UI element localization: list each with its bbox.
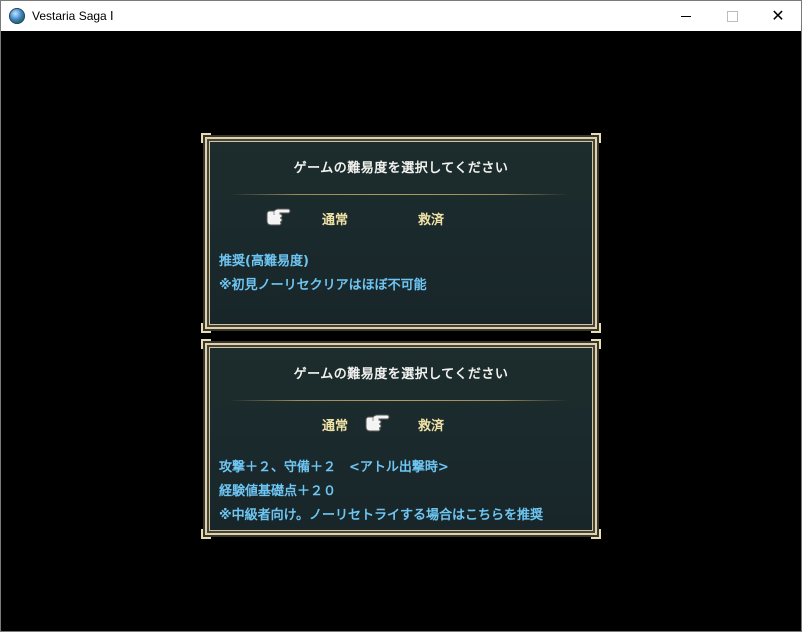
option-normal[interactable]: 通常 — [322, 415, 348, 434]
frame-corner — [591, 133, 601, 143]
panel-title: ゲームの難易度を選択してください — [293, 367, 509, 382]
frame-corner — [591, 339, 601, 349]
close-icon: ✕ — [771, 6, 785, 25]
panel-title: ゲームの難易度を選択してください — [293, 161, 509, 176]
globe-icon — [9, 8, 25, 24]
difficulty-panel-normal: ゲームの難易度を選択してください 通常 救済 推奨(高難易度) ※初見ノーリセク… — [201, 133, 601, 333]
minimize-button[interactable] — [663, 1, 709, 31]
divider — [229, 400, 569, 401]
frame-corner — [201, 339, 211, 349]
option-rescue[interactable]: 救済 — [418, 209, 444, 228]
frame-corner — [201, 133, 211, 143]
description-line: 攻撃＋２、守備＋２ <アトル出撃時> — [219, 460, 449, 475]
divider — [229, 194, 569, 195]
game-window: Vestaria Saga Ⅰ ✕ ゲームの難易度を選択してください 通常 救済 — [0, 0, 802, 632]
window-title: Vestaria Saga Ⅰ — [32, 9, 114, 23]
description-line: ※初見ノーリセクリアはほぼ不可能 — [219, 278, 427, 293]
option-normal[interactable]: 通常 — [322, 209, 348, 228]
pointing-hand-cursor-icon — [266, 208, 291, 226]
description-line: 経験値基礎点＋２０ — [219, 484, 337, 499]
difficulty-panel-rescue: ゲームの難易度を選択してください 通常 救済 攻撃＋２、守備＋２ <アトル出撃時… — [201, 339, 601, 539]
description-line: ※中級者向け。ノーリセトライする場合はこちらを推奨 — [219, 508, 543, 523]
maximize-button[interactable] — [709, 1, 755, 31]
close-button[interactable]: ✕ — [755, 1, 801, 31]
frame-corner — [201, 323, 211, 333]
description-line: 推奨(高難易度) — [219, 254, 309, 269]
game-screen: ゲームの難易度を選択してください 通常 救済 推奨(高難易度) ※初見ノーリセク… — [1, 32, 801, 631]
frame-corner — [201, 529, 211, 539]
title-bar[interactable]: Vestaria Saga Ⅰ ✕ — [1, 1, 801, 31]
minimize-icon — [681, 15, 691, 17]
option-rescue[interactable]: 救済 — [418, 415, 444, 434]
maximize-icon — [726, 10, 738, 22]
frame-corner — [591, 323, 601, 333]
pointing-hand-cursor-icon — [365, 414, 390, 432]
frame-corner — [591, 529, 601, 539]
